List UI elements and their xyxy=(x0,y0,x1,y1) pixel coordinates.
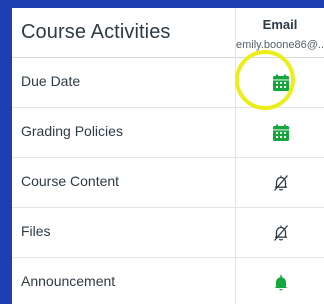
row-label: Announcement xyxy=(21,273,116,289)
calendar-icon xyxy=(273,74,289,91)
page-title: Course Activities xyxy=(21,21,171,43)
table-row-announcement: Announcement xyxy=(12,258,324,304)
grading-policies-email-toggle[interactable] xyxy=(236,108,324,157)
announcement-email-toggle[interactable] xyxy=(236,258,324,304)
row-label: Files xyxy=(21,223,51,239)
row-label: Grading Policies xyxy=(21,123,123,139)
course-content-email-toggle[interactable] xyxy=(236,158,324,207)
column-title: Email xyxy=(262,17,298,32)
table-row-grading-policies: Grading Policies xyxy=(12,108,324,158)
calendar-icon xyxy=(273,124,289,141)
table-row-due-date: Due Date xyxy=(12,58,324,108)
notification-preferences-panel: Course Activities Email emily.boone86@..… xyxy=(12,8,324,304)
row-label: Due Date xyxy=(21,73,81,89)
bell-icon xyxy=(274,275,288,291)
column-email-address: emily.boone86@... xyxy=(236,39,324,51)
table-row-files: Files xyxy=(12,208,324,258)
table-row-course-content: Course Content xyxy=(12,158,324,208)
files-email-toggle[interactable] xyxy=(236,208,324,257)
email-column-header: Email emily.boone86@... xyxy=(236,8,324,57)
due-date-email-toggle[interactable] xyxy=(236,58,324,107)
bell-off-icon xyxy=(274,175,288,191)
bell-off-icon xyxy=(274,225,288,241)
row-label: Course Content xyxy=(21,173,120,189)
